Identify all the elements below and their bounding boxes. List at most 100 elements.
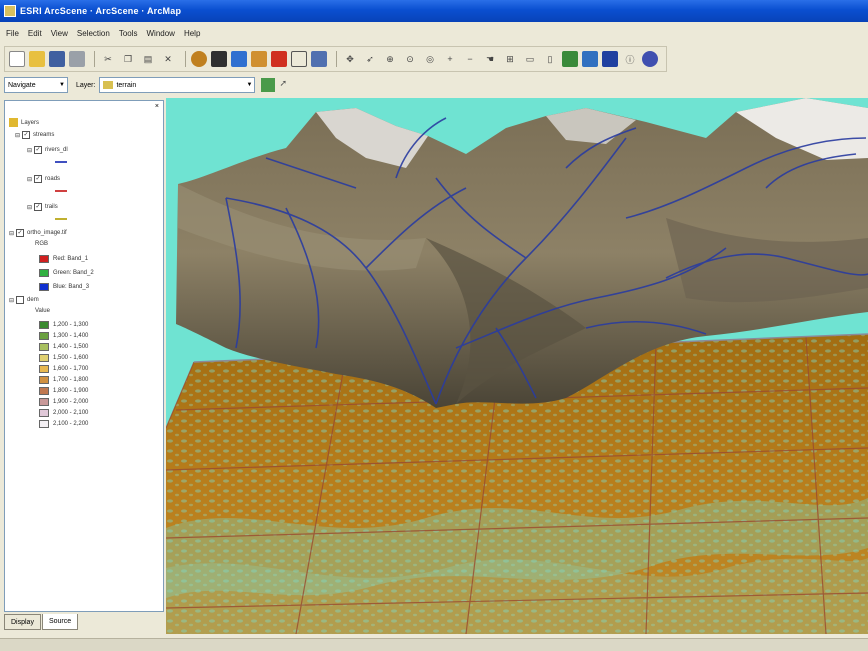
legend-entry: 1,900 - 2,000 xyxy=(39,398,88,406)
layer-label: Layer: xyxy=(76,81,96,89)
legend-label: 1,300 - 1,400 xyxy=(53,333,89,339)
color-swatch xyxy=(39,283,49,291)
legend-entry: 1,700 - 1,800 xyxy=(39,376,88,384)
pointer-icon[interactable]: ➚ xyxy=(279,78,293,92)
zoom-out-icon[interactable]: − xyxy=(462,51,478,67)
toc-root[interactable]: Layers xyxy=(9,118,39,127)
delete-icon[interactable]: ✕ xyxy=(160,51,176,67)
color-swatch xyxy=(39,387,49,395)
zoom-to-target-icon[interactable]: ⊙ xyxy=(402,51,418,67)
globe-icon[interactable] xyxy=(582,51,598,67)
toc-layer[interactable]: ⊟ ✓ streams xyxy=(15,131,54,139)
set-observer-icon[interactable]: ◎ xyxy=(422,51,438,67)
layer-checkbox[interactable]: ✓ xyxy=(34,175,43,183)
app-icon xyxy=(4,5,16,17)
menu-help[interactable]: Help xyxy=(184,29,200,38)
add-data-icon[interactable] xyxy=(191,51,207,67)
info-icon[interactable]: ⓘ xyxy=(622,51,638,67)
help-icon[interactable] xyxy=(642,51,658,67)
toc-root-label: Layers xyxy=(21,119,40,126)
save-icon[interactable] xyxy=(49,51,65,67)
toc-sublayer[interactable]: ⊟ ✓ roads xyxy=(27,175,60,183)
paste-icon[interactable]: ▤ xyxy=(140,51,156,67)
legend-entry: 1,800 - 1,900 xyxy=(39,387,88,395)
export-scene-icon[interactable] xyxy=(311,51,327,67)
scene-properties-icon[interactable] xyxy=(231,51,247,67)
pan-icon[interactable]: ☚ xyxy=(482,51,498,67)
legend-label: 1,700 - 1,800 xyxy=(53,377,89,383)
toc-sublayer[interactable]: ⊟ ✓ trails xyxy=(27,203,58,211)
color-swatch xyxy=(39,409,49,417)
menu-selection[interactable]: Selection xyxy=(77,29,110,38)
animation-icon[interactable] xyxy=(251,51,267,67)
collapse-icon[interactable]: ⊟ xyxy=(15,132,20,139)
menu-tools[interactable]: Tools xyxy=(119,29,138,38)
close-icon[interactable]: × xyxy=(155,103,159,110)
3d-scene-view[interactable] xyxy=(166,98,868,634)
layer-checkbox[interactable] xyxy=(16,296,25,304)
select-features-icon[interactable]: ▭ xyxy=(522,51,538,67)
legend-heading: Value xyxy=(35,308,50,314)
layer-checkbox[interactable]: ✓ xyxy=(34,146,43,154)
toc-tabs: Display Source xyxy=(4,614,79,632)
layer-checkbox[interactable]: ✓ xyxy=(16,229,25,237)
tab-source[interactable]: Source xyxy=(41,614,79,630)
layer-icon xyxy=(103,81,114,89)
menu-view[interactable]: View xyxy=(51,29,68,38)
legend-label: 1,900 - 2,000 xyxy=(53,399,89,405)
layer-checkbox[interactable]: ✓ xyxy=(34,203,43,211)
tab-display[interactable]: Display xyxy=(4,614,41,630)
legend-entry: Green: Band_2 xyxy=(39,269,94,277)
copy-icon[interactable]: ❐ xyxy=(120,51,136,67)
new-document-icon[interactable] xyxy=(9,51,25,67)
clear-selection-icon[interactable]: ▯ xyxy=(542,51,558,67)
layer-properties-icon[interactable] xyxy=(211,51,227,67)
status-bar xyxy=(0,638,868,651)
collapse-icon[interactable]: ⊟ xyxy=(27,176,32,183)
capture-view-icon[interactable] xyxy=(291,51,307,67)
zoom-in-icon[interactable]: + xyxy=(442,51,458,67)
layer-icon[interactable] xyxy=(602,51,618,67)
menu-window[interactable]: Window xyxy=(147,29,175,38)
line-symbol xyxy=(55,218,67,220)
collapse-icon[interactable]: ⊟ xyxy=(27,204,32,211)
layer-name: dem xyxy=(27,297,39,303)
fly-icon[interactable]: ➶ xyxy=(362,51,378,67)
target-icon[interactable]: ⊕ xyxy=(382,51,398,67)
toc-layer[interactable]: ⊟ ✓ ortho_image.tif xyxy=(9,229,67,237)
scene-canvas[interactable] xyxy=(166,98,868,634)
collapse-icon[interactable]: ⊟ xyxy=(27,147,32,154)
menu-file[interactable]: File xyxy=(6,29,19,38)
open-folder-icon[interactable] xyxy=(29,51,45,67)
print-icon[interactable] xyxy=(69,51,85,67)
legend-label: 2,000 - 2,100 xyxy=(53,410,89,416)
toc-sublayer[interactable]: ⊟ ✓ rivers_dl xyxy=(27,146,68,154)
legend-label: 1,400 - 1,500 xyxy=(53,344,89,350)
color-swatch xyxy=(39,269,49,277)
layer-dropdown[interactable]: terrain ▼ xyxy=(99,77,256,93)
navigate-icon[interactable]: ✥ xyxy=(342,51,358,67)
layer-checkbox[interactable]: ✓ xyxy=(22,131,31,139)
layer-dropdown-value: terrain xyxy=(116,81,137,89)
full-extent-icon[interactable]: ⊞ xyxy=(502,51,518,67)
record-icon[interactable] xyxy=(271,51,287,67)
collapse-icon[interactable]: ⊟ xyxy=(9,230,14,237)
toolbar-separator xyxy=(94,51,95,67)
layer-name: streams xyxy=(33,132,55,138)
legend-entry: 2,000 - 2,100 xyxy=(39,409,88,417)
draw-tool-icon[interactable] xyxy=(261,78,276,92)
legend-symbol xyxy=(55,161,71,163)
cut-icon[interactable]: ✂ xyxy=(100,51,116,67)
menu-edit[interactable]: Edit xyxy=(28,29,42,38)
toolbar-separator xyxy=(336,51,337,67)
collapse-icon[interactable]: ⊟ xyxy=(9,297,14,304)
layers-icon xyxy=(9,118,18,127)
table-of-contents: × Layers ⊟ ✓ streams ⊟ ✓ rivers_dl ⊟ ✓ road… xyxy=(4,100,164,612)
layer-name: trails xyxy=(45,204,58,210)
main-toolbar: ✂ ❐ ▤ ✕ ✥ ➶ ⊕ ⊙ ◎ + − ☚ ⊞ ▭ ▯ ⓘ xyxy=(4,46,667,72)
legend-entry: 2,100 - 2,200 xyxy=(39,420,88,428)
color-swatch xyxy=(39,420,49,428)
navigate-dropdown[interactable]: Navigate ▼ xyxy=(4,77,68,93)
identify-icon[interactable] xyxy=(562,51,578,67)
toc-layer[interactable]: ⊟ dem xyxy=(9,296,39,304)
